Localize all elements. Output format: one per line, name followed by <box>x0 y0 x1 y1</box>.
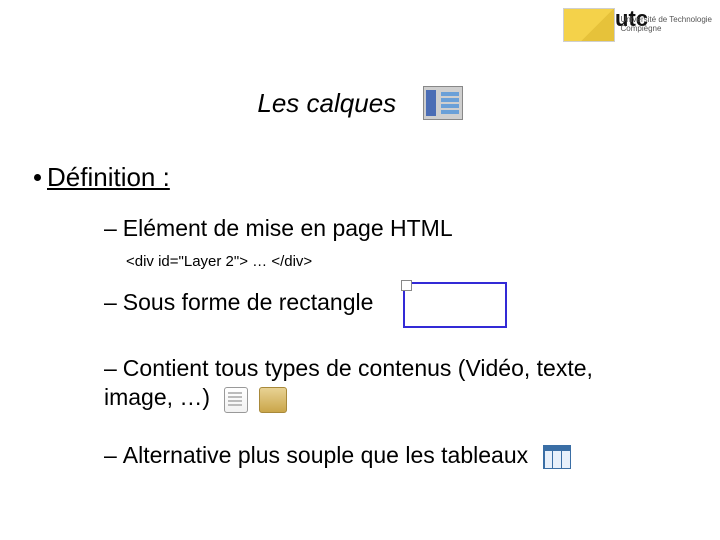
dash-icon: – <box>104 442 117 468</box>
body-list: –Elément de mise en page HTML <div id="L… <box>104 214 664 480</box>
item-alternative-text: Alternative plus souple que les tableaux <box>123 442 528 468</box>
table-icon <box>543 445 571 469</box>
components-icon <box>259 387 287 413</box>
bullet-definition: Définition : <box>34 162 170 193</box>
slide-title: Les calques <box>257 88 396 119</box>
item-rectangle-text: Sous forme de rectangle <box>123 289 374 315</box>
bullet-dot-icon <box>34 174 41 181</box>
layers-panel-icon <box>423 86 463 120</box>
item-contents: –Contient tous types de contenus (Vidéo,… <box>104 354 664 413</box>
item-rectangle: –Sous forme de rectangle <box>104 280 664 326</box>
item-contents-text: Contient tous types de contenus (Vidéo, … <box>104 355 593 410</box>
logo-subtext: Université de Technologie Compiègne <box>621 16 712 34</box>
item-html-element-text: Elément de mise en page HTML <box>123 215 453 241</box>
dash-icon: – <box>104 289 117 315</box>
rectangle-icon <box>403 282 507 328</box>
dash-icon: – <box>104 215 117 241</box>
logo-block: Université de Technologie Compiègne <box>563 8 712 42</box>
document-icon <box>224 387 248 413</box>
content-icons <box>220 384 286 413</box>
resize-handle-icon <box>401 280 412 291</box>
dash-icon: – <box>104 355 117 381</box>
logo-icon <box>563 8 615 42</box>
item-alternative: –Alternative plus souple que les tableau… <box>104 441 664 470</box>
slide-title-row: Les calques <box>0 86 720 120</box>
item-html-element: –Elément de mise en page HTML <box>104 214 664 243</box>
logo-subtext-line2: Compiègne <box>621 25 712 34</box>
bullet-definition-label: Définition : <box>47 162 170 192</box>
code-example: <div id="Layer 2"> … </div> <box>126 253 664 270</box>
